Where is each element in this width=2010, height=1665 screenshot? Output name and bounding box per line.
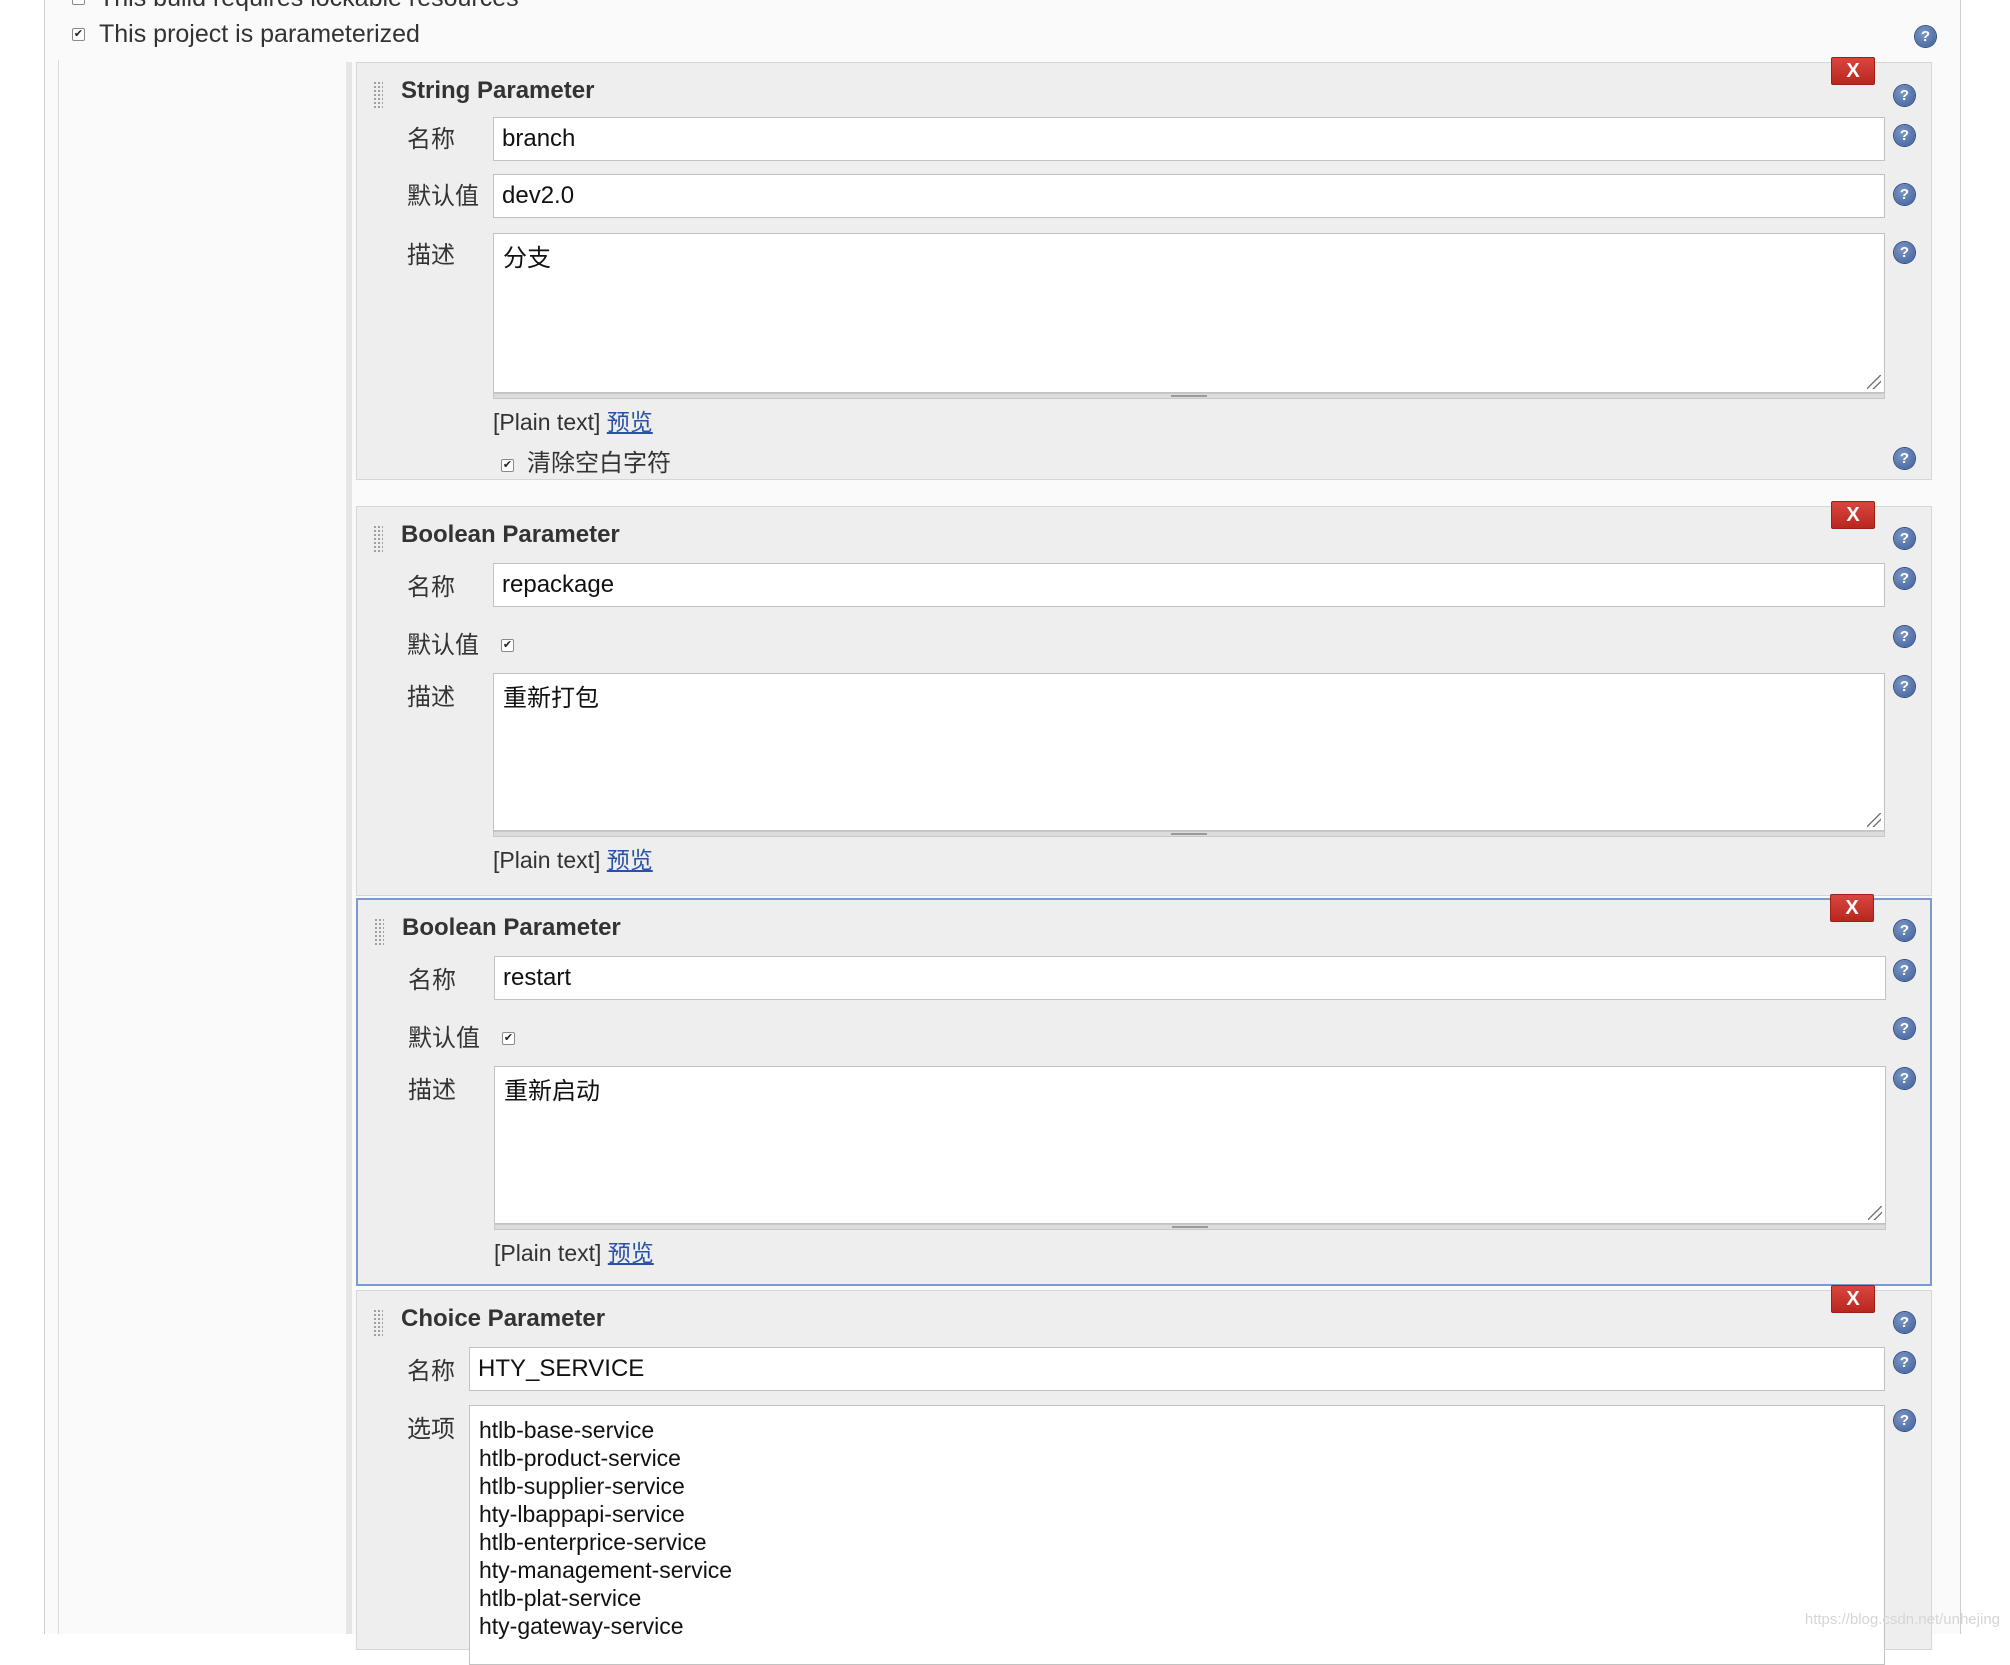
parameterized-checkbox[interactable]: ✔ <box>72 27 85 41</box>
description-text: 重新启动 <box>504 1078 600 1105</box>
default-value-label: 默认值 <box>407 632 479 659</box>
name-input[interactable]: repackage <box>493 563 1885 607</box>
description-text: 分支 <box>503 245 551 272</box>
panel-divider <box>58 60 59 1634</box>
help-icon[interactable]: ? <box>1894 1068 1915 1089</box>
choice-option: hty-gateway-service <box>479 1613 684 1639</box>
help-icon[interactable]: ? <box>1894 1312 1915 1333</box>
parameterized-label: This project is parameterized <box>99 19 420 48</box>
help-icon[interactable]: ? <box>1894 448 1915 469</box>
choice-option: htlb-enterprice-service <box>479 1529 707 1555</box>
default-value-checkbox[interactable]: ✔ <box>502 1032 515 1045</box>
choices-label: 选项 <box>407 1416 455 1443</box>
parameterized-option[interactable]: ✔ This project is parameterized <box>72 16 420 52</box>
parameters-gutter <box>346 62 352 1634</box>
plain-text-label: [Plain text] <box>493 409 601 435</box>
trim-checkbox[interactable]: ✔ <box>501 459 514 472</box>
description-textarea[interactable]: 分支 <box>493 233 1885 393</box>
help-icon[interactable]: ? <box>1894 242 1915 263</box>
drag-handle-icon[interactable] <box>373 525 383 553</box>
trim-label: 清除空白字符 <box>527 450 671 477</box>
help-icon[interactable]: ? <box>1894 125 1915 146</box>
description-text: 重新打包 <box>503 685 599 712</box>
parameter-type-title: Boolean Parameter <box>402 914 621 941</box>
drag-handle-icon[interactable] <box>373 1309 383 1337</box>
name-input[interactable]: HTY_SERVICE <box>469 1347 1885 1391</box>
default-value-input[interactable]: dev2.0 <box>493 174 1885 218</box>
description-textarea[interactable]: 重新启动 <box>494 1066 1886 1224</box>
help-icon[interactable]: ? <box>1894 184 1915 205</box>
name-input[interactable]: restart <box>494 956 1886 1000</box>
drag-handle-icon[interactable] <box>374 918 384 946</box>
help-icon[interactable]: ? <box>1894 960 1915 981</box>
drag-handle-icon[interactable] <box>373 81 383 109</box>
help-icon[interactable]: ? <box>1894 626 1915 647</box>
description-label: 描述 <box>407 242 455 269</box>
format-hint: [Plain text] 预览 <box>493 841 653 875</box>
choice-option: htlb-plat-service <box>479 1585 642 1611</box>
choice-parameter-block: Choice Parameter X 名称 HTY_SERVICE 选项 htl… <box>356 1285 1932 1665</box>
name-label: 名称 <box>407 574 455 601</box>
delete-parameter-button[interactable]: X <box>1831 1285 1875 1313</box>
textarea-resize-bar[interactable] <box>493 393 1885 399</box>
plain-text-label: [Plain text] <box>494 1240 602 1266</box>
choice-option: htlb-base-service <box>479 1417 655 1443</box>
default-value-label: 默认值 <box>408 1025 480 1052</box>
help-icon[interactable]: ? <box>1894 528 1915 549</box>
help-icon[interactable]: ? <box>1894 676 1915 697</box>
delete-parameter-button[interactable]: X <box>1831 501 1875 529</box>
default-value-label: 默认值 <box>407 183 479 210</box>
help-icon[interactable]: ? <box>1894 1410 1915 1431</box>
description-textarea[interactable]: 重新打包 <box>493 673 1885 831</box>
name-label: 名称 <box>407 126 455 153</box>
lockable-resources-label: This build requires lockable resources <box>99 0 519 13</box>
description-label: 描述 <box>407 684 455 711</box>
choices-textarea[interactable]: htlb-base-service htlb-product-service h… <box>469 1405 1885 1665</box>
watermark: https://blog.csdn.net/unhejing <box>1804 1611 2000 1628</box>
delete-parameter-button[interactable]: X <box>1830 894 1874 922</box>
string-parameter-block: String Parameter X 名称 branch 默认值 dev2.0 … <box>356 57 1932 480</box>
description-label: 描述 <box>408 1077 456 1104</box>
default-value-checkbox[interactable]: ✔ <box>501 639 514 652</box>
plain-text-label: [Plain text] <box>493 847 601 873</box>
name-input[interactable]: branch <box>493 117 1885 161</box>
help-icon[interactable]: ? <box>1915 26 1936 47</box>
format-hint: [Plain text] 预览 <box>494 1234 654 1268</box>
choice-option: hty-management-service <box>479 1557 733 1583</box>
resize-grip-icon[interactable] <box>1867 375 1881 389</box>
choice-option: hty-lbappapi-service <box>479 1501 685 1527</box>
help-icon[interactable]: ? <box>1894 1018 1915 1039</box>
format-hint: [Plain text] 预览 <box>493 403 653 437</box>
help-icon[interactable]: ? <box>1894 85 1915 106</box>
parameter-type-title: Choice Parameter <box>401 1305 606 1332</box>
help-icon[interactable]: ? <box>1894 1352 1915 1373</box>
lockable-resources-checkbox[interactable] <box>72 0 85 5</box>
resize-grip-icon[interactable] <box>1868 1206 1882 1220</box>
help-icon[interactable]: ? <box>1894 568 1915 589</box>
parameter-type-title: String Parameter <box>401 77 595 104</box>
textarea-resize-bar[interactable] <box>494 1224 1886 1230</box>
delete-parameter-button[interactable]: X <box>1831 57 1875 85</box>
help-icon[interactable]: ? <box>1894 920 1915 941</box>
textarea-resize-bar[interactable] <box>493 831 1885 837</box>
lockable-resources-option[interactable]: This build requires lockable resources <box>72 0 519 16</box>
preview-link[interactable]: 预览 <box>607 847 653 873</box>
name-label: 名称 <box>407 1358 455 1385</box>
choice-option: htlb-supplier-service <box>479 1473 685 1499</box>
boolean-parameter-block: Boolean Parameter X 名称 repackage 默认值 ✔ 描… <box>356 501 1932 896</box>
resize-grip-icon[interactable] <box>1867 813 1881 827</box>
name-label: 名称 <box>408 967 456 994</box>
parameter-type-title: Boolean Parameter <box>401 521 620 548</box>
preview-link[interactable]: 预览 <box>608 1240 654 1266</box>
boolean-parameter-block: Boolean Parameter X 名称 restart 默认值 ✔ 描述 … <box>356 894 1932 1286</box>
preview-link[interactable]: 预览 <box>607 409 653 435</box>
choice-option: htlb-product-service <box>479 1445 681 1471</box>
